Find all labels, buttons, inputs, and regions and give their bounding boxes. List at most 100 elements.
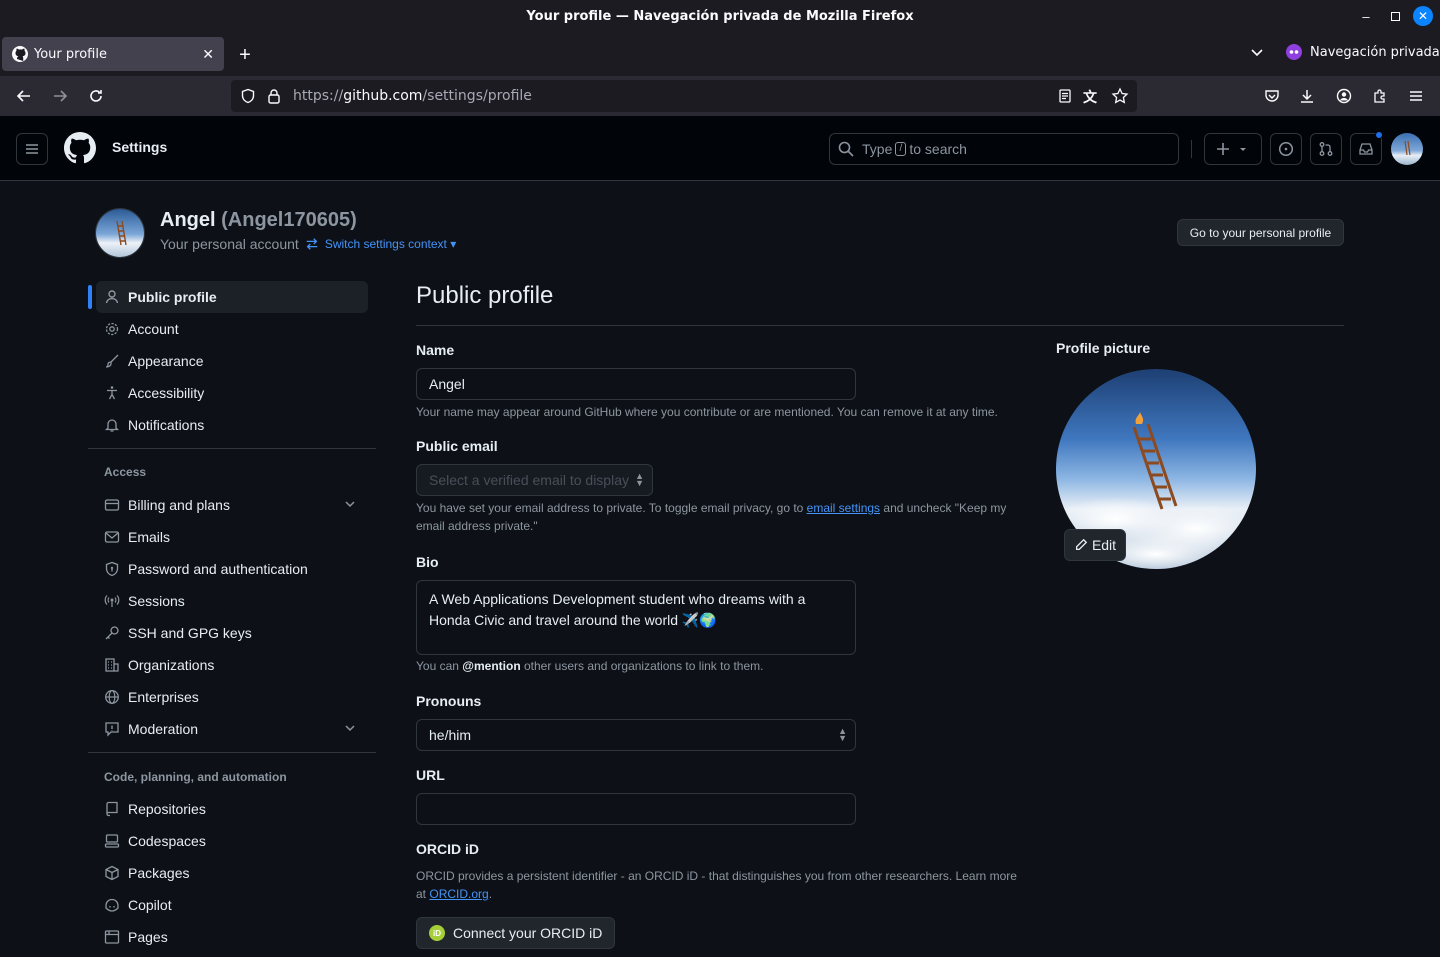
pencil-icon [1075,538,1088,551]
email-settings-link[interactable]: email settings [807,501,880,515]
sidebar-item-sessions[interactable]: Sessions [96,585,368,617]
sidebar-item-notifications[interactable]: Notifications [96,409,368,441]
pronouns-value: he/him [429,727,472,743]
url-bar[interactable]: https://github.com/settings/profile 文 [231,80,1137,112]
sidebar-item-label: Password and authentication [128,561,308,577]
close-tab-icon[interactable]: ✕ [202,46,214,63]
account-icon[interactable] [1332,84,1356,108]
reader-view-icon[interactable] [1057,88,1073,109]
sidebar-item-packages[interactable]: Packages [96,857,368,889]
tab-your-profile[interactable]: Your profile ✕ [2,37,224,71]
create-new-button[interactable] [1204,133,1262,165]
open-global-nav-button[interactable] [16,133,48,165]
sidebar-item-pages[interactable]: Pages [96,921,368,953]
maximize-button[interactable] [1385,6,1405,26]
sidebar-item-enterprises[interactable]: Enterprises [96,681,368,713]
downloads-icon[interactable] [1295,84,1319,108]
list-all-tabs-icon[interactable] [1250,45,1264,64]
url-scheme: https:// [293,88,344,104]
bio-note-mention: @mention [462,659,521,673]
public-email-placeholder: Select a verified email to display [429,472,629,488]
sidebar-item-label: Packages [128,865,190,881]
sidebar-item-billing[interactable]: Billing and plans [96,489,368,521]
lock-icon[interactable] [267,88,281,109]
gear-icon [104,321,120,337]
select-arrows-icon: ▲ ▼ [635,471,644,488]
key-icon [104,625,120,641]
sidebar-item-organizations[interactable]: Organizations [96,649,368,681]
extensions-icon[interactable] [1368,84,1392,108]
new-tab-button[interactable]: + [234,44,256,66]
sidebar-item-public-profile[interactable]: Public profile [96,281,368,313]
sidebar-divider [88,752,376,753]
report-icon [104,721,120,737]
public-email-select: Select a verified email to display ▲ ▼ [416,464,653,496]
search-hint-post: to search [909,141,967,157]
account-display-name[interactable]: Angel [160,209,216,231]
chevron-down-icon[interactable] [344,497,356,513]
url-label: URL [416,767,445,783]
sidebar-item-account[interactable]: Account [96,313,368,345]
package-icon [104,865,120,881]
sidebar-item-emails[interactable]: Emails [96,521,368,553]
switch-context-button[interactable]: Switch settings context ▾ [325,237,456,251]
pocket-icon[interactable] [1260,84,1284,108]
forward-button[interactable] [48,84,72,108]
app-menu-icon[interactable] [1404,84,1428,108]
git-pull-request-icon [1319,142,1333,156]
credit-card-icon [104,497,120,513]
issues-button[interactable] [1270,133,1302,165]
bookmark-star-icon[interactable] [1111,87,1129,110]
url-host: github.com [343,88,423,104]
name-field[interactable]: Angel [416,368,856,400]
url-text: https://github.com/settings/profile [293,88,532,104]
orcid-link[interactable]: ORCID.org [429,887,488,901]
edit-picture-button[interactable]: Edit [1064,529,1126,561]
sidebar-item-label: Billing and plans [128,497,230,513]
minimize-button[interactable]: – [1356,6,1376,26]
url-path: /settings/profile [422,88,532,104]
sidebar-item-label: Notifications [128,417,205,433]
plus-icon [1217,143,1229,155]
header-context-label[interactable]: Settings [112,139,167,155]
user-avatar[interactable] [1391,133,1423,165]
public-email-label: Public email [416,438,498,454]
reload-button[interactable] [84,84,108,108]
translate-icon[interactable]: 文 [1083,87,1097,107]
tracking-shield-icon[interactable] [240,88,256,109]
bio-textarea[interactable]: A Web Applications Development student w… [416,580,856,655]
sidebar-item-moderation[interactable]: Moderation [96,713,368,745]
github-logo-icon[interactable] [64,132,96,164]
bio-label: Bio [416,554,439,570]
sidebar-item-copilot[interactable]: Copilot [96,889,368,921]
repo-icon [104,801,120,817]
go-to-profile-button[interactable]: Go to your personal profile [1177,219,1344,246]
tab-strip: Your profile ✕ + Navegación privada [0,32,1440,76]
account-subtitle: Your personal account Switch settings co… [160,236,456,252]
person-icon [104,289,120,305]
name-note: Your name may appear around GitHub where… [416,405,998,419]
pull-requests-button[interactable] [1310,133,1342,165]
copilot-icon [104,897,120,913]
sidebar-item-accessibility[interactable]: Accessibility [96,377,368,409]
edit-label: Edit [1091,537,1117,553]
back-button[interactable] [12,84,36,108]
sidebar-item-ssh-gpg[interactable]: SSH and GPG keys [96,617,368,649]
broadcast-icon [104,593,120,609]
chevron-down-icon[interactable] [344,721,356,737]
sidebar-item-appearance[interactable]: Appearance [96,345,368,377]
close-window-button[interactable]: ✕ [1413,6,1433,26]
triangle-down-icon [1240,148,1246,151]
pronouns-select[interactable]: he/him ▲ ▼ [416,719,856,751]
url-field[interactable] [416,793,856,825]
github-header: Settings Type / to search [0,116,1440,181]
sidebar-item-codespaces[interactable]: Codespaces [96,825,368,857]
profile-picture-label: Profile picture [1056,340,1151,356]
sidebar-item-repositories[interactable]: Repositories [96,793,368,825]
sidebar-item-password[interactable]: Password and authentication [96,553,368,585]
sidebar-item-label: Appearance [128,353,204,369]
sidebar-item-label: SSH and GPG keys [128,625,252,641]
account-avatar[interactable] [95,208,145,258]
connect-orcid-button[interactable]: iD Connect your ORCID iD [416,917,615,949]
search-input[interactable]: Type / to search [829,133,1179,165]
